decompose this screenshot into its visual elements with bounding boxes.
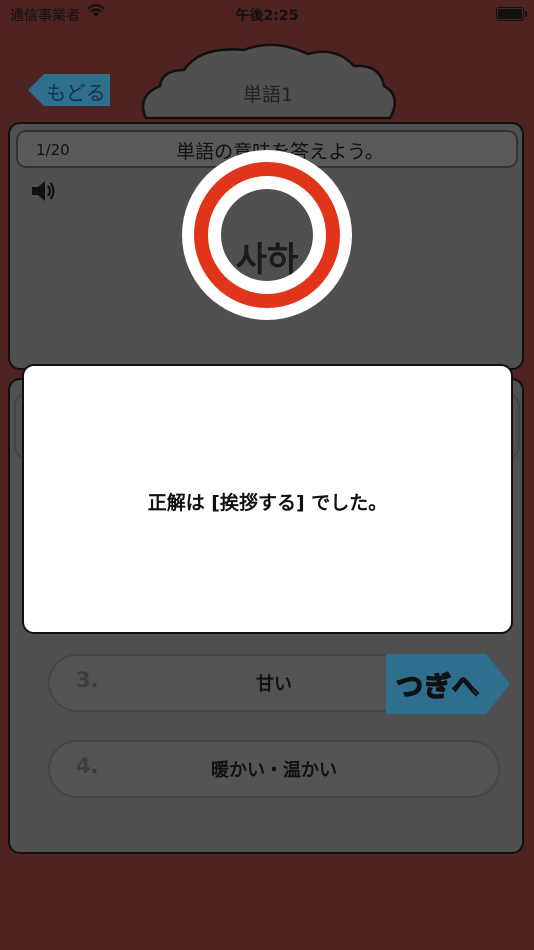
korean-word-through-circle: 사하: [235, 240, 299, 280]
back-button[interactable]: もどる: [28, 74, 110, 106]
next-button-label: つぎへ: [395, 671, 480, 704]
status-bar: 通信事業者 午後2:25: [0, 0, 534, 28]
battery-icon: [496, 7, 527, 21]
back-button-label: もどる: [46, 81, 106, 105]
result-message: 正解は [挨拶する] でした。: [147, 492, 388, 514]
answer-option-4[interactable]: 4. 暖かい・温かい: [48, 740, 500, 798]
question-counter: 1/20: [36, 141, 70, 159]
option-label: 暖かい・温かい: [211, 760, 337, 781]
status-time: 午後2:25: [235, 8, 299, 24]
correct-circle-icon: 사하: [182, 150, 352, 320]
page-title: 単語1: [242, 84, 294, 106]
speaker-icon[interactable]: [30, 180, 56, 206]
result-dialog: 正解は [挨拶する] でした。: [22, 364, 513, 634]
next-button[interactable]: つぎへ: [386, 654, 512, 714]
